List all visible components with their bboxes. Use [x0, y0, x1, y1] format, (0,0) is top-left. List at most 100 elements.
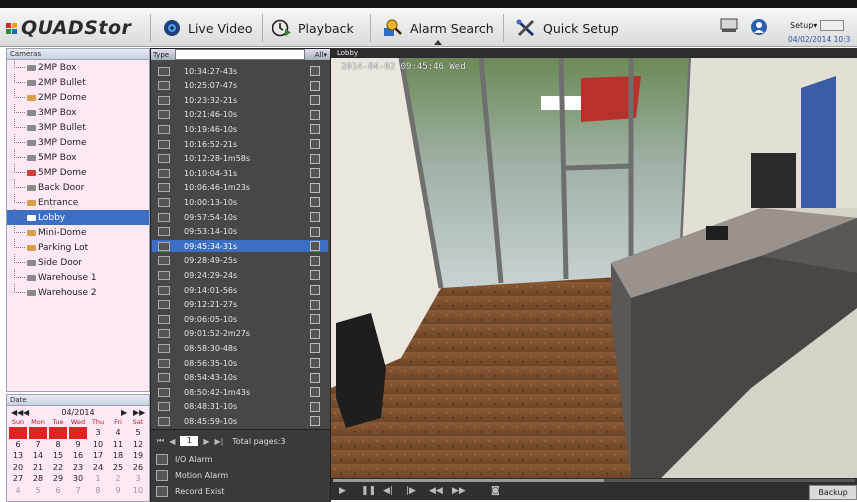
recording-row[interactable]: 09:57:54-10s — [152, 211, 328, 223]
last-month-icon[interactable]: ▶▶ — [133, 408, 145, 417]
recording-flag-icon[interactable] — [310, 124, 320, 135]
video-viewport[interactable]: 2014-04-02 09:45:46 Wed — [331, 58, 857, 478]
calendar-day[interactable] — [49, 427, 67, 439]
recording-flag-icon[interactable] — [310, 299, 320, 310]
recording-flag-icon[interactable] — [310, 66, 320, 76]
user-logout-icon[interactable] — [750, 18, 770, 36]
camera-item[interactable]: 5MP Box — [7, 149, 149, 165]
recording-flag-icon[interactable] — [310, 416, 320, 427]
recording-flag-icon[interactable] — [310, 255, 320, 266]
recording-flag-icon[interactable] — [310, 182, 320, 193]
calendar-day[interactable]: 25 — [108, 462, 128, 474]
calendar-day[interactable]: 28 — [28, 473, 48, 485]
first-month-icon[interactable]: ◀◀ — [11, 408, 23, 417]
calendar-day[interactable]: 26 — [128, 462, 148, 474]
calendar-day[interactable]: 19 — [128, 450, 148, 462]
calendar-day[interactable]: 2 — [108, 473, 128, 485]
recording-row[interactable]: 10:19:46-10s — [152, 123, 328, 135]
menu-quick-setup[interactable]: Quick Setup — [516, 17, 619, 39]
prev-month-icon[interactable]: ◀ — [23, 408, 35, 417]
recording-row[interactable]: 09:45:34-31s — [152, 240, 328, 253]
calendar-day[interactable]: 5 — [28, 485, 48, 497]
recording-row[interactable]: 10:25:07-47s — [152, 80, 328, 92]
calendar-day[interactable]: 8 — [88, 485, 108, 497]
calendar-day[interactable]: 4 — [8, 485, 28, 497]
pause-icon[interactable]: ❚❚ — [361, 486, 376, 496]
recording-flag-icon[interactable] — [310, 109, 320, 120]
calendar-day[interactable]: 15 — [48, 450, 68, 462]
recording-flag-icon[interactable] — [310, 139, 320, 149]
recording-flag-icon[interactable] — [310, 314, 320, 325]
calendar-day[interactable]: 18 — [108, 450, 128, 462]
recording-flag-icon[interactable] — [310, 80, 320, 91]
menu-alarm-search[interactable]: Alarm Search — [383, 17, 494, 39]
next-month-icon[interactable]: ▶ — [121, 408, 133, 417]
calendar-day[interactable]: 7 — [68, 485, 88, 497]
type-filter-input[interactable] — [175, 49, 305, 60]
recording-row[interactable]: 10:00:13-10s — [152, 196, 328, 208]
camera-item[interactable]: 5MP Dome — [7, 164, 149, 180]
calendar-day[interactable]: 20 — [8, 462, 28, 474]
calendar-day[interactable] — [29, 427, 47, 439]
recording-flag-icon[interactable] — [310, 343, 320, 354]
calendar-day[interactable]: 7 — [28, 439, 48, 451]
last-page-icon[interactable]: ▶| — [215, 437, 224, 446]
type-filter-select[interactable]: All▾ — [305, 51, 330, 59]
recording-row[interactable]: 10:34:27-43s — [152, 65, 328, 77]
camera-item[interactable]: 2MP Dome — [7, 89, 149, 105]
recording-row[interactable]: 08:54:43-10s — [152, 372, 328, 384]
recording-row[interactable]: 09:12:21-27s — [152, 299, 328, 311]
calendar-day[interactable]: 3 — [88, 427, 108, 439]
calendar-day[interactable]: 4 — [108, 427, 128, 439]
calendar-day[interactable] — [9, 427, 27, 439]
calendar-day[interactable]: 10 — [88, 439, 108, 451]
camera-item[interactable]: 2MP Bullet — [7, 74, 149, 90]
backup-button[interactable]: Backup — [809, 485, 857, 500]
recording-row[interactable]: 08:45:59-10s — [152, 415, 328, 427]
snapshot-icon[interactable]: ◙ — [491, 486, 500, 496]
calendar-day[interactable]: 12 — [128, 439, 148, 451]
calendar-day[interactable]: 9 — [68, 439, 88, 451]
calendar-day[interactable]: 29 — [48, 473, 68, 485]
recording-row[interactable]: 10:23:32-21s — [152, 94, 328, 106]
step-forward-icon[interactable]: |▶ — [406, 486, 416, 496]
page-input[interactable]: 1 — [180, 436, 199, 446]
recording-flag-icon[interactable] — [310, 241, 320, 252]
calendar-day[interactable]: 16 — [68, 450, 88, 462]
calendar-day[interactable]: 10 — [128, 485, 148, 497]
calendar-day[interactable] — [69, 427, 87, 439]
camera-item[interactable]: Back Door — [7, 179, 149, 195]
setup-dropdown[interactable]: Setup ▾ — [790, 19, 850, 32]
camera-item[interactable]: 2MP Box — [7, 59, 149, 75]
recording-flag-icon[interactable] — [310, 212, 320, 222]
calendar-day[interactable]: 6 — [48, 485, 68, 497]
recording-row[interactable]: 10:12:28-1m58s — [152, 153, 328, 165]
camera-item[interactable]: Warehouse 1 — [7, 269, 149, 285]
camera-item[interactable]: 3MP Box — [7, 104, 149, 120]
recording-flag-icon[interactable] — [310, 401, 320, 412]
fast-forward-icon[interactable]: ▶▶ — [452, 486, 466, 496]
camera-item[interactable]: Warehouse 2 — [7, 284, 149, 300]
calendar-day[interactable]: 3 — [128, 473, 148, 485]
calendar-day[interactable]: 21 — [28, 462, 48, 474]
camera-item[interactable]: Side Door — [7, 254, 149, 270]
recording-flag-icon[interactable] — [310, 95, 320, 106]
camera-item[interactable]: 3MP Bullet — [7, 119, 149, 135]
recording-flag-icon[interactable] — [310, 197, 320, 208]
recording-flag-icon[interactable] — [310, 168, 320, 179]
next-page-icon[interactable]: ▶ — [203, 437, 209, 446]
calendar-day[interactable]: 9 — [108, 485, 128, 497]
prev-page-icon[interactable]: ◀ — [169, 437, 175, 446]
first-page-icon[interactable]: ⏮ — [157, 436, 164, 446]
monitor-icon[interactable] — [720, 18, 738, 34]
recording-row[interactable]: 08:56:35-10s — [152, 357, 328, 369]
calendar-day[interactable]: 1 — [88, 473, 108, 485]
recording-row[interactable]: 09:24:29-24s — [152, 269, 328, 281]
recording-row[interactable]: 08:58:30-48s — [152, 342, 328, 354]
recording-flag-icon[interactable] — [310, 226, 320, 237]
calendar-day[interactable]: 14 — [28, 450, 48, 462]
recording-flag-icon[interactable] — [310, 153, 320, 164]
recording-row[interactable]: 10:21:46-10s — [152, 109, 328, 121]
recording-row[interactable]: 08:50:42-1m43s — [152, 386, 328, 398]
calendar-day[interactable]: 17 — [88, 450, 108, 462]
